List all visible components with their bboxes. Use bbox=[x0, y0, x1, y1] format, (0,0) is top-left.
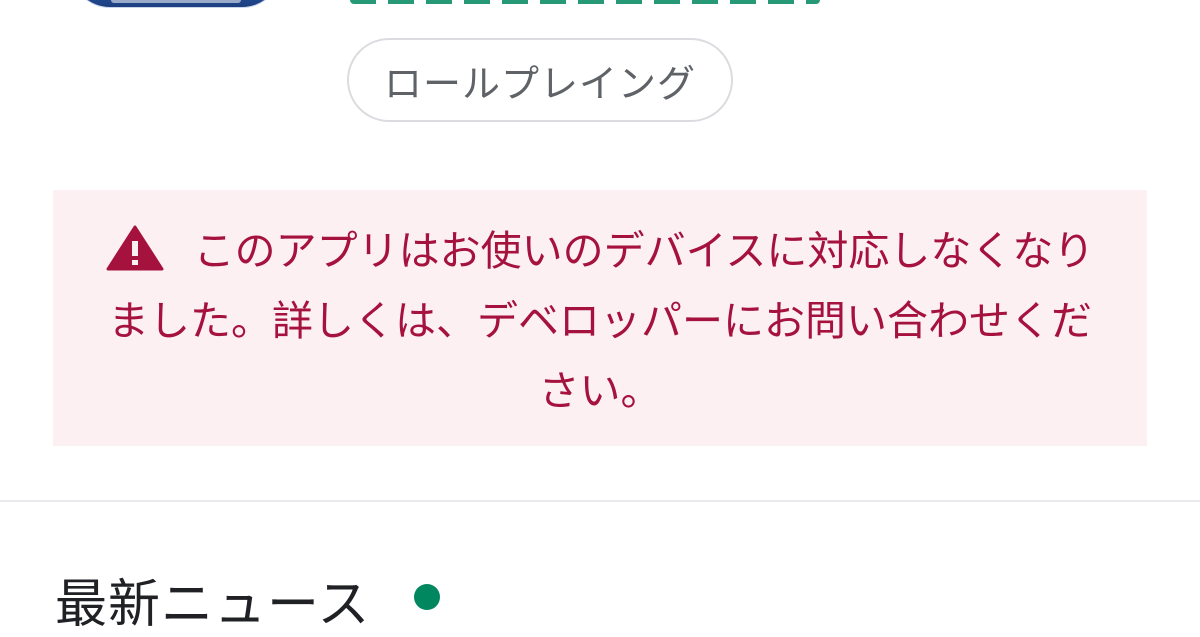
genre-chip-label: ロールプレイング bbox=[383, 61, 696, 106]
latest-news-title: 最新ニュース bbox=[55, 575, 371, 635]
latest-news-header[interactable]: 最新ニュース bbox=[55, 562, 441, 637]
genre-chip-roleplaying[interactable]: ロールプレイング bbox=[347, 38, 733, 122]
new-indicator-dot bbox=[414, 583, 441, 610]
app-icon-sheen bbox=[111, 0, 241, 3]
warning-triangle-icon bbox=[106, 225, 164, 271]
developer-name-link[interactable] bbox=[350, 0, 820, 4]
section-divider bbox=[0, 500, 1200, 502]
app-icon[interactable] bbox=[70, 0, 282, 8]
warning-text-block: このアプリはお使いのデバイスに対応しなくなりました。詳しくは、デベロッパーにお問… bbox=[103, 216, 1097, 426]
warning-message: このアプリはお使いのデバイスに対応しなくなりました。詳しくは、デベロッパーにお問… bbox=[108, 227, 1095, 415]
incompatible-device-warning: このアプリはお使いのデバイスに対応しなくなりました。詳しくは、デベロッパーにお問… bbox=[53, 190, 1147, 446]
